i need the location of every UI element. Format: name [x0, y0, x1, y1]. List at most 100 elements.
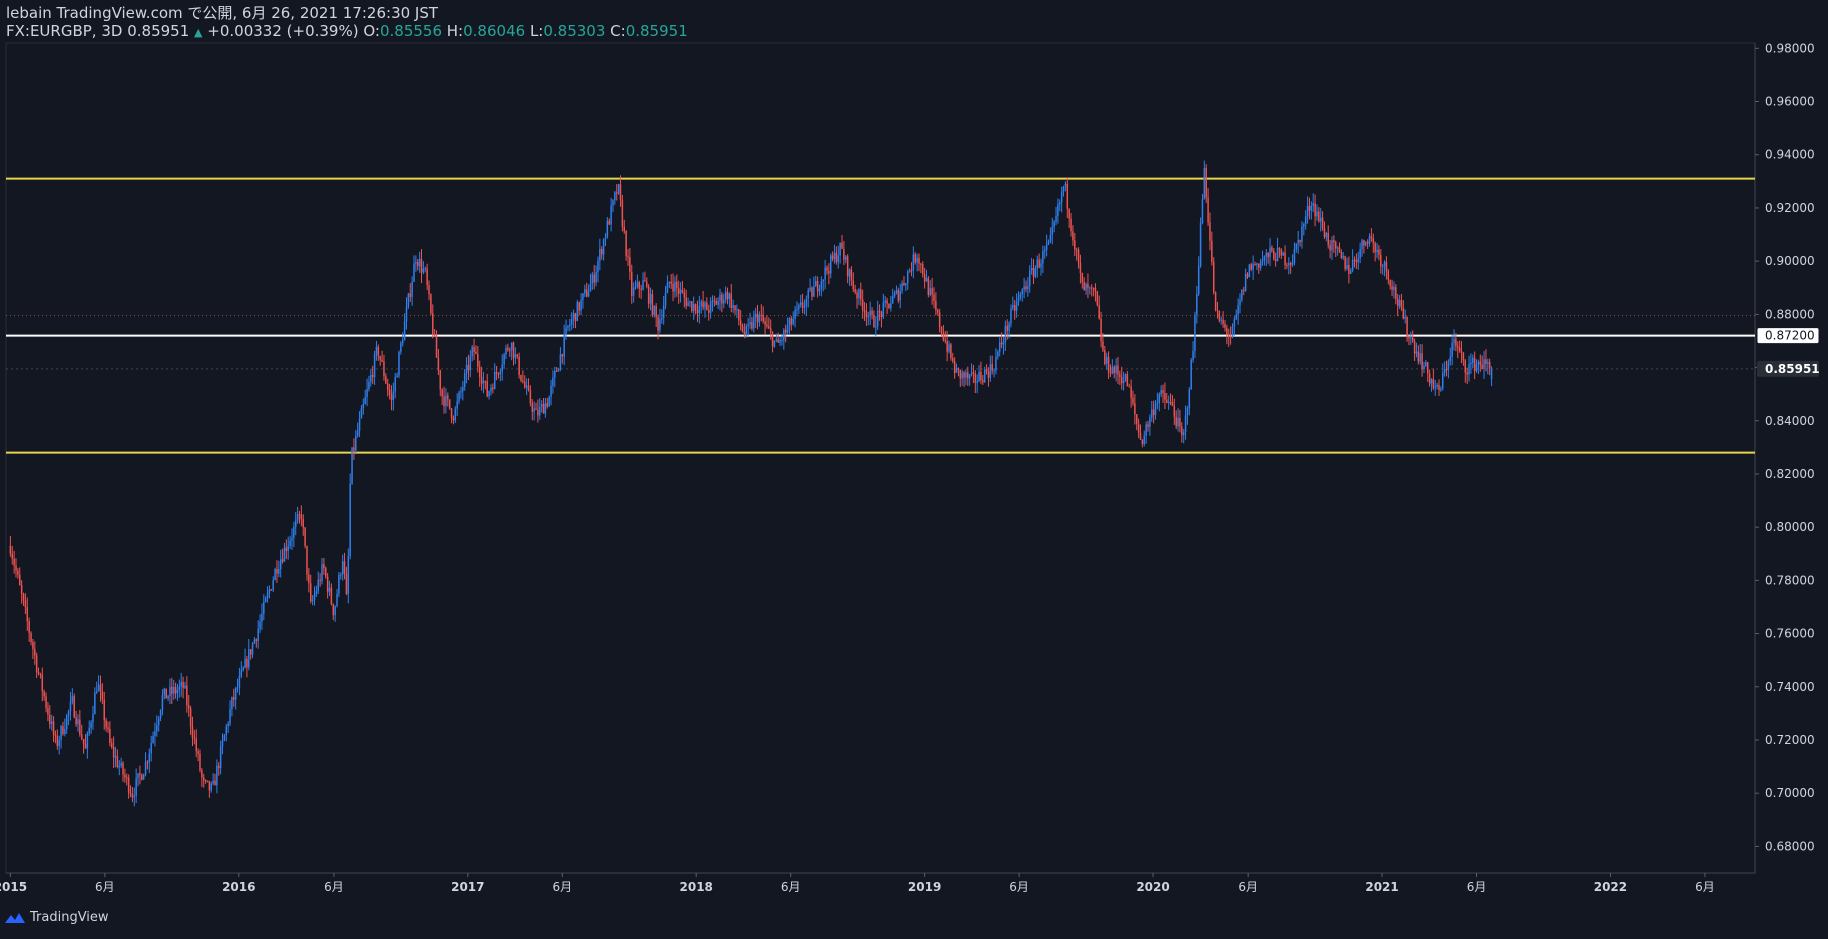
candle-body: [129, 793, 132, 795]
candle-body: [1126, 374, 1129, 387]
candle-body: [567, 325, 569, 328]
x-tick-label: 2019: [908, 880, 941, 894]
candle-body: [805, 298, 808, 307]
candle-body: [873, 314, 875, 328]
candle-body: [1025, 286, 1027, 290]
candle-body: [516, 354, 518, 357]
candle-body: [903, 283, 905, 286]
candle-body: [478, 366, 481, 377]
candle-body: [94, 692, 96, 715]
candle-body: [302, 519, 304, 528]
candle-body: [886, 300, 888, 304]
candle-body: [22, 593, 25, 601]
candle-body: [1109, 372, 1112, 374]
candle-body: [289, 540, 291, 546]
candle-body: [914, 254, 916, 263]
candle-body: [1353, 259, 1356, 261]
candle-body: [1201, 199, 1204, 223]
candle-body: [676, 281, 678, 288]
candle-body: [1451, 342, 1453, 357]
candle-body: [1062, 186, 1065, 192]
candle-body: [473, 346, 475, 352]
candle-body: [325, 568, 327, 577]
candle-body: [824, 267, 826, 280]
candle-body: [133, 795, 136, 798]
candle-body: [1472, 357, 1474, 363]
candle-body: [1171, 402, 1174, 406]
candle-body: [612, 199, 614, 206]
candle-body: [524, 381, 526, 388]
candle-body: [1263, 256, 1266, 261]
candle-body: [276, 569, 278, 574]
candle-body: [1243, 289, 1245, 291]
x-tick-label: 6月: [781, 880, 801, 894]
candle-body: [798, 304, 800, 309]
candle-body: [1306, 205, 1309, 217]
candle-body: [1289, 262, 1292, 265]
candle-body: [1092, 287, 1095, 289]
candle-body: [689, 301, 691, 303]
candle-body: [1331, 240, 1333, 251]
price-chart[interactable]: 0.98000 0.96000 0.94000 0.92000 0.90000 0.880…: [0, 0, 1828, 939]
candle-body: [338, 574, 340, 594]
candle-body: [813, 286, 815, 297]
candle-body: [313, 594, 316, 600]
candle-body: [1158, 394, 1161, 403]
candle-body: [736, 309, 738, 311]
candle-body: [1425, 362, 1427, 367]
candle-body: [753, 317, 755, 329]
candle-body: [1273, 251, 1275, 260]
candle-body: [45, 696, 47, 708]
candle-body: [255, 639, 258, 641]
candle-body: [863, 310, 866, 312]
candle-body: [642, 280, 644, 290]
level-price-tag-label: 0.87200: [1765, 329, 1815, 343]
candle-body: [84, 743, 87, 749]
candle-body: [845, 256, 847, 260]
candle-body: [47, 707, 49, 715]
y-tick-label: 0.82000: [1765, 467, 1815, 481]
candle-body: [1310, 205, 1313, 211]
candle-body: [677, 287, 680, 294]
candle-body: [285, 547, 288, 552]
candle-body: [822, 279, 824, 282]
candle-body: [766, 324, 768, 327]
candle-body: [1462, 352, 1465, 361]
candle-body: [687, 302, 689, 306]
candle-body: [343, 561, 346, 575]
candle-body: [625, 231, 627, 257]
candle-body: [659, 319, 661, 331]
candle-body: [550, 385, 552, 397]
candle-body: [1408, 337, 1410, 339]
candle-body: [968, 374, 971, 379]
candle-body: [702, 301, 704, 308]
candle-body: [1441, 372, 1444, 389]
candle-body: [685, 297, 687, 306]
plot-frame: [5, 42, 1756, 874]
candle-body: [1220, 319, 1222, 321]
candle-body: [527, 385, 530, 390]
candle-body: [1227, 334, 1230, 337]
candle-body: [876, 310, 879, 327]
candle-body: [754, 313, 757, 318]
footer-brand: TradingView: [30, 910, 109, 925]
candle-body: [1269, 247, 1271, 258]
candle-body: [839, 242, 841, 256]
candle-body: [570, 318, 573, 325]
candle-body: [1226, 327, 1228, 335]
candle-body: [1008, 323, 1010, 331]
candle-body: [743, 331, 746, 336]
candle-body: [315, 590, 318, 595]
candle-body: [610, 205, 612, 225]
candle-body: [499, 371, 502, 375]
candle-body: [390, 394, 393, 401]
candle-body: [9, 545, 12, 554]
candle-body: [1152, 409, 1155, 416]
candle-body: [101, 691, 104, 700]
candle-body: [460, 391, 462, 393]
candle-body: [257, 628, 259, 641]
candle-body: [816, 281, 819, 292]
candle-body: [531, 403, 534, 412]
candle-body: [208, 780, 211, 791]
candle-body: [606, 220, 609, 238]
